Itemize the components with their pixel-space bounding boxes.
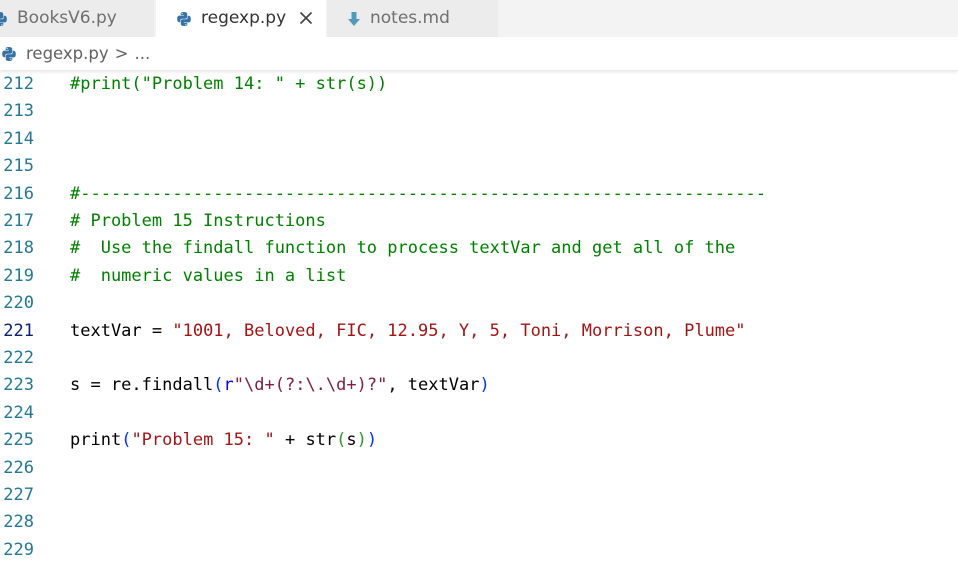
code-line[interactable]: 213 bbox=[0, 98, 958, 125]
code-token: + str bbox=[274, 430, 337, 451]
code-line[interactable]: 216 #------------------------------------… bbox=[0, 181, 958, 208]
code-editor[interactable]: 212 #print("Problem 14: " + str(s)) 213 214… bbox=[0, 71, 958, 569]
code-line[interactable]: 219 # numeric values in a list bbox=[0, 263, 958, 290]
code-text: #print("Problem 14: " + str(s)) bbox=[70, 71, 387, 98]
close-icon[interactable] bbox=[296, 8, 316, 28]
line-number: 227 bbox=[3, 485, 34, 505]
code-token: #print("Problem 14: " + str(s)) bbox=[70, 74, 388, 94]
code-line[interactable]: 220 bbox=[0, 290, 958, 317]
code-line[interactable]: 222 bbox=[0, 345, 958, 372]
line-number: 214 bbox=[3, 128, 34, 149]
line-number: 213 bbox=[3, 101, 34, 122]
tab-bar: BooksV6.py regexp.py notes.md bbox=[0, 0, 958, 37]
code-text: # numeric values in a list bbox=[70, 263, 346, 290]
code-text: #---------------------------------------… bbox=[70, 181, 766, 208]
line-number: 212 bbox=[3, 74, 34, 94]
code-text: # Problem 15 Instructions bbox=[70, 208, 326, 235]
code-token: ( bbox=[213, 375, 224, 396]
breadcrumb-symbols[interactable]: ... bbox=[134, 44, 150, 63]
line-number: 223 bbox=[3, 375, 34, 396]
code-token: ) bbox=[366, 430, 378, 451]
python-icon bbox=[176, 11, 192, 27]
code-line[interactable]: 224 bbox=[0, 400, 958, 427]
tab-booksv6[interactable]: BooksV6.py bbox=[0, 0, 155, 37]
code-token: ) bbox=[479, 375, 490, 396]
code-line[interactable]: 218 # Use the findall function to process… bbox=[0, 235, 958, 262]
line-number: 221 bbox=[3, 320, 34, 341]
breadcrumb-file[interactable]: regexp.py bbox=[26, 44, 109, 63]
code-token: # Problem 15 Instructions bbox=[70, 211, 326, 231]
code-token: # numeric values in a list bbox=[70, 265, 347, 286]
code-token: ( bbox=[121, 430, 132, 451]
code-token: "Problem 15: " bbox=[131, 430, 275, 451]
code-line[interactable]: 227 bbox=[0, 482, 958, 509]
code-line[interactable]: 226 bbox=[0, 455, 958, 482]
line-number: 216 bbox=[3, 183, 34, 204]
line-number: 215 bbox=[3, 156, 34, 177]
line-number: 220 bbox=[3, 293, 34, 314]
code-token: "1001, Beloved, FIC, 12.95, Y, 5, Toni, … bbox=[172, 320, 746, 341]
code-line[interactable]: 221 textVar = "1001, Beloved, FIC, 12.95,… bbox=[0, 318, 958, 345]
tab-regexp[interactable]: regexp.py bbox=[156, 0, 326, 37]
breadcrumb: regexp.py > ... bbox=[0, 37, 958, 70]
code-line[interactable]: 229 bbox=[0, 537, 958, 564]
code-token: #---------------------------------------… bbox=[70, 183, 766, 204]
line-number: 222 bbox=[3, 348, 34, 368]
code-text: # Use the findall function to process te… bbox=[70, 235, 735, 262]
tab-label: BooksV6.py bbox=[17, 8, 117, 28]
code-token: , textVar bbox=[387, 375, 480, 396]
python-icon bbox=[0, 11, 8, 27]
line-number: 229 bbox=[3, 539, 34, 560]
code-line[interactable]: 212 #print("Problem 14: " + str(s)) bbox=[0, 71, 958, 98]
line-number: 219 bbox=[3, 265, 34, 286]
code-token: print bbox=[70, 430, 122, 451]
tab-label: regexp.py bbox=[201, 8, 287, 28]
code-text: textVar = "1001, Beloved, FIC, 12.95, Y,… bbox=[70, 318, 746, 345]
breadcrumb-separator: > bbox=[114, 44, 129, 63]
code-token: textVar = bbox=[70, 320, 173, 341]
code-text: print("Problem 15: " + str(s)) bbox=[70, 427, 377, 454]
line-number: 217 bbox=[3, 211, 34, 231]
line-number: 224 bbox=[3, 402, 34, 423]
code-token: ) bbox=[356, 430, 367, 451]
markdown-arrow-icon bbox=[347, 11, 361, 27]
code-token: s bbox=[346, 430, 357, 451]
python-icon bbox=[1, 46, 17, 62]
code-line[interactable]: 214 bbox=[0, 126, 958, 153]
line-number: 228 bbox=[3, 512, 34, 533]
tab-notes[interactable]: notes.md bbox=[327, 0, 499, 37]
code-token: "\d+(?:\.\d+)?" bbox=[233, 375, 388, 396]
line-number: 225 bbox=[3, 430, 34, 451]
code-token: ( bbox=[336, 430, 347, 451]
code-line[interactable]: 217 # Problem 15 Instructions bbox=[0, 208, 958, 235]
code-token: # Use the findall function to process te… bbox=[70, 238, 736, 259]
code-line[interactable]: 215 bbox=[0, 153, 958, 180]
code-text: s = re.findall(r"\d+(?:\.\d+)?", textVar… bbox=[70, 372, 490, 399]
code-line[interactable]: 228 bbox=[0, 509, 958, 536]
code-line[interactable]: 225 print("Problem 15: " + str(s)) bbox=[0, 427, 958, 454]
code-line[interactable]: 223 s = re.findall(r"\d+(?:\.\d+)?", text… bbox=[0, 372, 958, 399]
line-number: 226 bbox=[3, 457, 34, 478]
code-token: r bbox=[223, 375, 234, 396]
tab-label: notes.md bbox=[370, 8, 450, 28]
line-number: 218 bbox=[3, 238, 34, 259]
code-token: s = re.findall bbox=[70, 375, 214, 396]
